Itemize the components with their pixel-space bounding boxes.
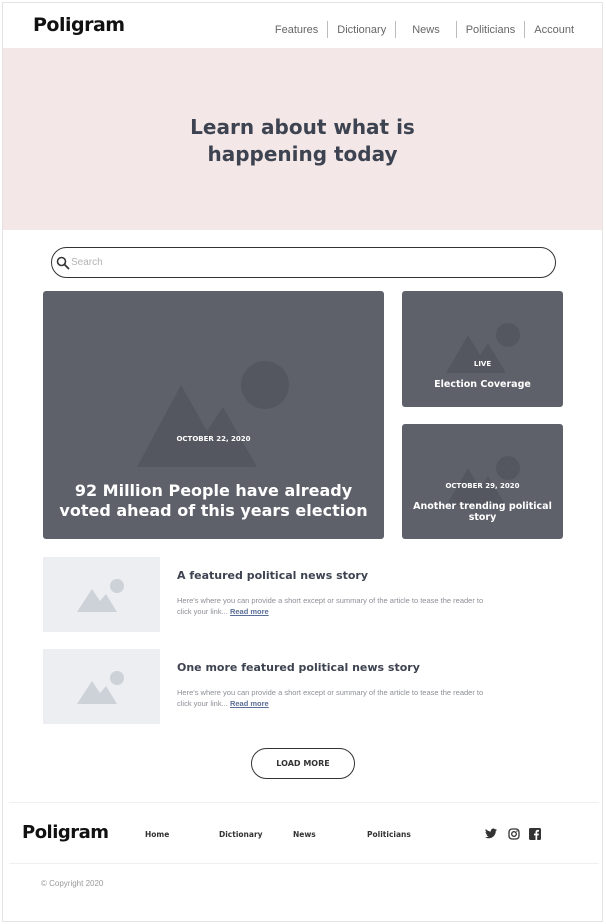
- site-logo[interactable]: Poligram: [33, 14, 125, 36]
- hero-title: Learn about what is happening today: [3, 114, 602, 168]
- featured-story-card[interactable]: OCTOBER 22, 2020 92 Million People have …: [43, 291, 384, 539]
- news-story-item[interactable]: A featured political news story Here's w…: [43, 557, 483, 632]
- load-more-button[interactable]: LOAD MORE: [251, 748, 355, 779]
- nav-news[interactable]: News: [396, 24, 456, 36]
- story-excerpt: Here's where you can provide a short exc…: [177, 687, 497, 709]
- story-thumbnail: [43, 557, 160, 632]
- story-title[interactable]: A featured political news story: [177, 569, 368, 582]
- hero-title-line-1: Learn about what is: [190, 115, 415, 139]
- story-excerpt: Here's where you can provide a short exc…: [177, 595, 497, 617]
- image-placeholder-icon: [137, 361, 289, 467]
- image-placeholder-icon: [446, 456, 520, 506]
- card-title[interactable]: Election Coverage: [402, 379, 563, 390]
- story-date: OCTOBER 22, 2020: [176, 435, 251, 443]
- hero-title-line-2: happening today: [207, 142, 398, 166]
- search-input[interactable]: [71, 257, 531, 268]
- facebook-icon[interactable]: [529, 828, 541, 840]
- site-header: Poligram Features Dictionary News Politi…: [3, 3, 602, 48]
- story-title[interactable]: 92 Million People have already voted ahe…: [43, 481, 384, 521]
- footer-divider: [9, 863, 599, 864]
- main-nav: Features Dictionary News Politicians Acc…: [266, 21, 574, 38]
- trending-story-card[interactable]: OCTOBER 29, 2020 Another trending politi…: [402, 424, 563, 539]
- card-title[interactable]: Another trending political story: [402, 501, 563, 523]
- nav-politicians[interactable]: Politicians: [457, 24, 525, 36]
- hero-banner: Learn about what is happening today: [3, 48, 602, 230]
- live-tag: LIVE: [473, 360, 492, 368]
- footer-logo[interactable]: Poligram: [22, 822, 109, 843]
- footer-link-home[interactable]: Home: [145, 830, 169, 839]
- nav-features[interactable]: Features: [266, 24, 327, 36]
- twitter-icon[interactable]: [485, 828, 497, 839]
- page-frame: Poligram Features Dictionary News Politi…: [2, 2, 603, 922]
- news-story-item[interactable]: One more featured political news story H…: [43, 649, 483, 724]
- footer-divider: [9, 802, 599, 803]
- footer-link-dictionary[interactable]: Dictionary: [219, 830, 263, 839]
- live-coverage-card[interactable]: LIVE Election Coverage: [402, 291, 563, 407]
- instagram-icon[interactable]: [508, 828, 520, 840]
- read-more-link[interactable]: Read more: [230, 699, 269, 708]
- story-date: OCTOBER 29, 2020: [445, 482, 520, 490]
- nav-account[interactable]: Account: [525, 24, 574, 36]
- search-icon: [56, 256, 70, 269]
- image-placeholder-icon: [77, 671, 124, 704]
- story-excerpt-text: Here's where you can provide a short exc…: [177, 596, 484, 616]
- copyright-text: © Copyright 2020: [41, 879, 104, 888]
- story-thumbnail: [43, 649, 160, 724]
- nav-dictionary[interactable]: Dictionary: [328, 24, 395, 36]
- image-placeholder-icon: [77, 579, 124, 612]
- story-excerpt-text: Here's where you can provide a short exc…: [177, 688, 484, 708]
- search-bar[interactable]: [51, 247, 556, 278]
- story-title[interactable]: One more featured political news story: [177, 661, 420, 674]
- read-more-link[interactable]: Read more: [230, 607, 269, 616]
- footer-link-news[interactable]: News: [293, 830, 316, 839]
- footer-link-politicians[interactable]: Politicians: [367, 830, 411, 839]
